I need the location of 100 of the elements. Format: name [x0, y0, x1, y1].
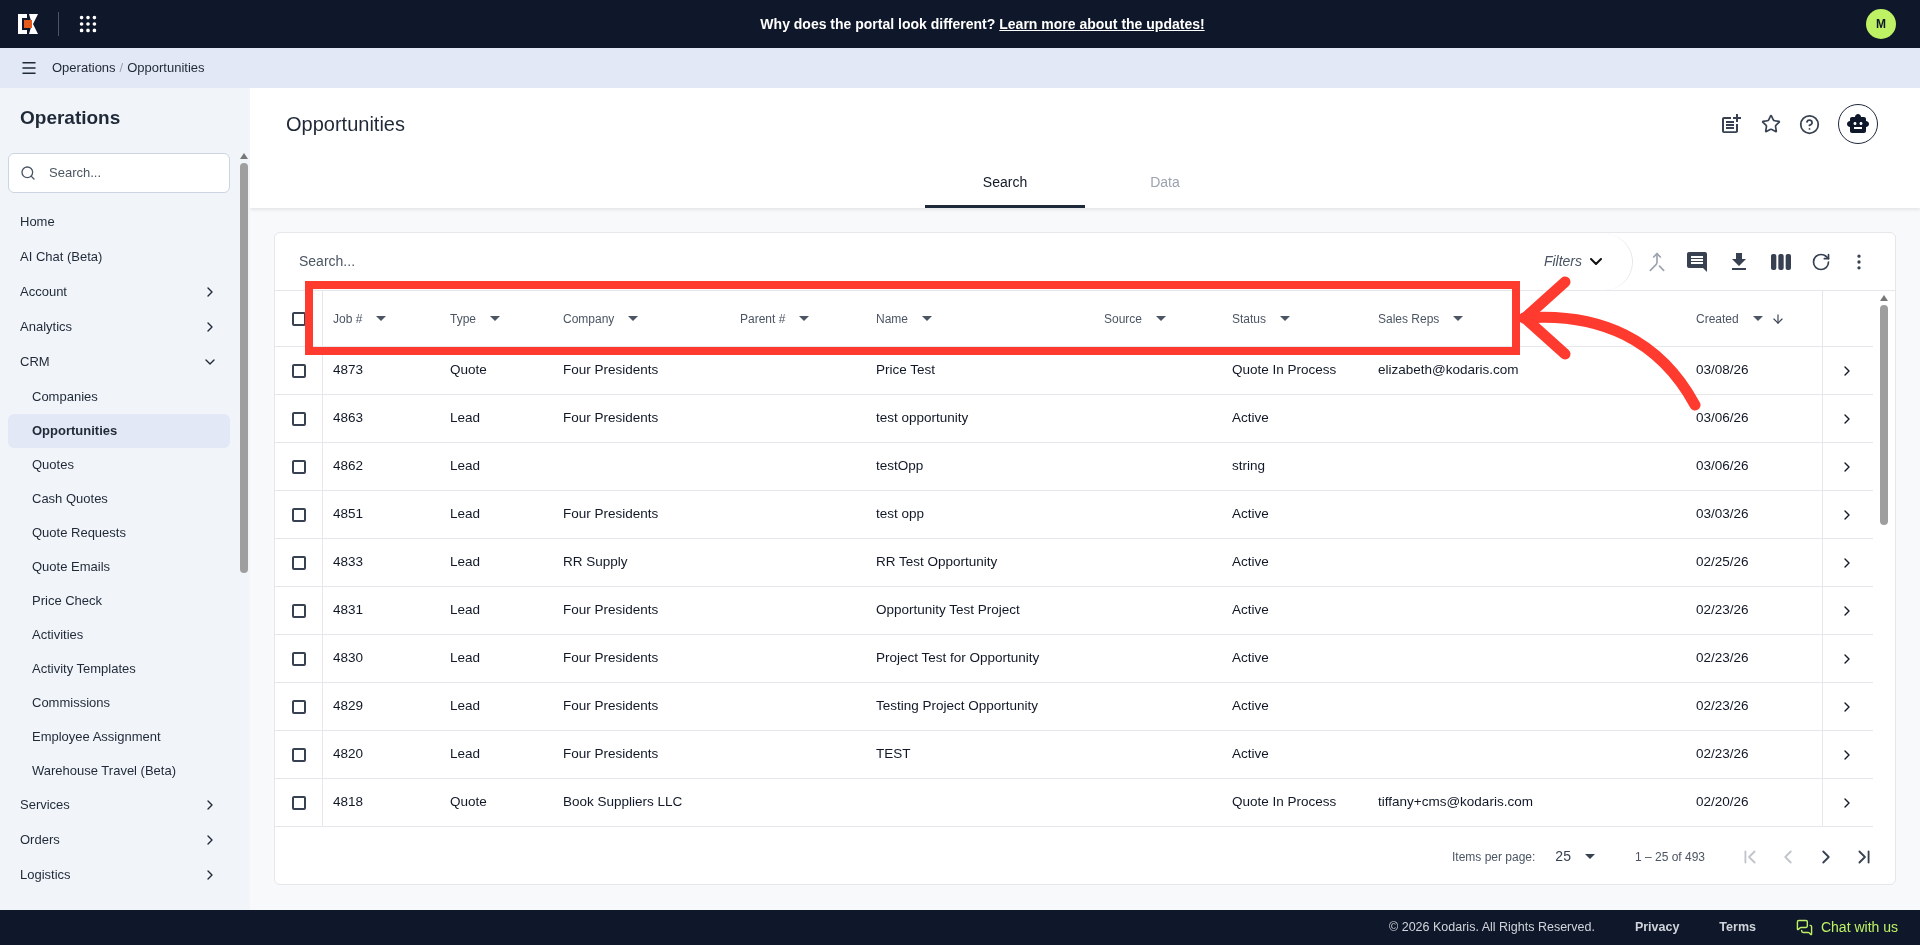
sidebar-subitem[interactable]: Commissions — [8, 685, 230, 720]
table-cell-text: 4818 — [333, 793, 364, 812]
table-search-field[interactable]: Search... — [299, 251, 1524, 272]
table-cell-text: Active — [1232, 601, 1269, 620]
scroll-up-icon[interactable] — [1880, 295, 1888, 301]
sidebar-subitem[interactable]: Companies — [8, 379, 230, 414]
table-cell-text: test opportunity — [876, 409, 969, 428]
dropdown-icon — [922, 316, 932, 321]
table-cell-text: Book Suppliers LLC — [563, 793, 683, 812]
sidebar-subitem[interactable]: Cash Quotes — [8, 481, 230, 516]
announcement-link[interactable]: Learn more about the updates! — [999, 13, 1205, 35]
row-checkbox[interactable] — [291, 651, 306, 666]
column-header[interactable]: Sales Reps — [1368, 291, 1686, 346]
column-header[interactable]: Company — [553, 291, 730, 346]
sidebar-subitem[interactable]: Quotes — [8, 447, 230, 482]
sidebar-item[interactable]: Home — [8, 204, 230, 240]
dropdown-icon — [1280, 316, 1291, 321]
table-cell-text: Lead — [450, 457, 481, 476]
table-cell-text: 02/25/26 — [1696, 553, 1749, 572]
column-header[interactable]: Created — [1686, 291, 1822, 346]
table-cell-text: Quote — [450, 361, 487, 380]
table-cell-text: Lead — [450, 505, 481, 524]
sidebar-item[interactable]: Logistics — [8, 857, 230, 893]
table-cell-text: Active — [1232, 745, 1269, 764]
sidebar-subitem[interactable]: Activities — [8, 617, 230, 652]
column-header[interactable]: Name — [866, 291, 1094, 346]
row-checkbox[interactable] — [291, 363, 306, 378]
user-avatar[interactable]: M — [1866, 9, 1896, 39]
table-cell-text: 4862 — [333, 457, 364, 476]
column-header[interactable]: Source — [1094, 291, 1222, 346]
sidebar-subitem[interactable]: Price Check — [8, 583, 230, 618]
comment-icon[interactable] — [1685, 249, 1709, 274]
row-checkbox[interactable] — [291, 603, 306, 618]
breadcrumb-link[interactable]: Operations — [52, 58, 116, 78]
row-checkbox[interactable] — [291, 411, 306, 426]
table-cell-text: 02/23/26 — [1696, 601, 1749, 620]
table-cell-text: Quote — [450, 793, 487, 812]
sidebar-subitem[interactable]: Opportunities — [8, 413, 230, 448]
sidebar-item[interactable]: AI Chat (Beta) — [8, 239, 230, 275]
row-checkbox[interactable] — [291, 699, 306, 714]
menu-icon[interactable] — [20, 59, 38, 77]
table-cell-text: Lead — [450, 697, 481, 716]
table-cell-text: Four Presidents — [563, 505, 659, 524]
table-cell-text: Quote In Process — [1232, 361, 1337, 380]
table-cell-text: Active — [1232, 409, 1269, 428]
sidebar-subitem[interactable]: Activity Templates — [8, 651, 230, 686]
items-per-page-select[interactable]: 25 — [1555, 846, 1595, 867]
tab[interactable]: Search — [925, 160, 1085, 208]
sidebar-item[interactable]: CRM — [8, 344, 230, 380]
filters-button[interactable]: Filters — [1523, 233, 1633, 290]
sidebar-item[interactable]: Orders — [8, 822, 230, 858]
logo-icon[interactable] — [16, 12, 40, 36]
dropdown-icon — [799, 316, 810, 321]
announcement-text: Why does the portal look different? — [760, 14, 996, 34]
help-icon[interactable] — [1799, 113, 1820, 135]
apps-grid-icon[interactable] — [77, 13, 99, 35]
add-note-icon[interactable] — [1719, 112, 1743, 136]
row-checkbox[interactable] — [291, 555, 306, 570]
table-cell-text: tiffany+cms@kodaris.com — [1378, 793, 1533, 812]
sidebar-subitem[interactable]: Quote Emails — [8, 549, 230, 584]
dropdown-icon — [490, 316, 500, 321]
dropdown-icon — [628, 316, 639, 321]
table-cell-text: 4830 — [333, 649, 364, 668]
scroll-up-icon[interactable] — [240, 152, 248, 159]
star-icon[interactable] — [1761, 114, 1781, 134]
column-header[interactable]: Parent # — [730, 291, 866, 346]
breadcrumb-link[interactable]: Opportunities — [127, 58, 205, 78]
table-cell-text: Price Test — [876, 361, 936, 380]
table-cell-text: 4851 — [333, 505, 364, 524]
sidebar-subitem[interactable]: Warehouse Travel (Beta) — [8, 753, 230, 788]
sidebar-search-field[interactable]: Search... — [8, 152, 230, 193]
table-cell-text: 03/08/26 — [1696, 361, 1749, 380]
select-all-checkbox[interactable] — [291, 311, 306, 326]
row-checkbox[interactable] — [291, 795, 306, 810]
table-cell-text: Four Presidents — [563, 697, 659, 716]
footer-link[interactable]: Terms — [1719, 918, 1756, 937]
sidebar-item[interactable]: Analytics — [8, 309, 230, 345]
sidebar-item[interactable]: Account — [8, 274, 230, 310]
table-cell-text: RR Test Opportunity — [876, 553, 998, 572]
sidebar-subitem[interactable]: Quote Requests — [8, 515, 230, 550]
column-header[interactable]: Status — [1222, 291, 1368, 346]
copyright-text: © 2026 Kodaris. All Rights Reserved. — [1389, 919, 1595, 937]
table-cell-text: 02/20/26 — [1696, 793, 1749, 812]
column-header[interactable]: Job # — [323, 291, 440, 346]
page-title: Opportunities — [286, 112, 405, 137]
footer-link[interactable]: Privacy — [1634, 918, 1680, 937]
table-cell-text: 4831 — [333, 601, 364, 620]
table-cell-text: 4829 — [333, 697, 364, 716]
scrollbar-thumb[interactable] — [240, 162, 248, 573]
sidebar-subitem[interactable]: Employee Assignment — [8, 719, 230, 754]
row-checkbox[interactable] — [291, 459, 306, 474]
chat-button[interactable]: Chat with us — [1795, 917, 1898, 938]
row-checkbox[interactable] — [291, 507, 306, 522]
row-checkbox[interactable] — [291, 747, 306, 762]
table-cell-text: TEST — [876, 745, 911, 764]
sidebar-item[interactable]: Services — [8, 787, 230, 823]
table-cell-text: Lead — [450, 745, 481, 764]
column-header[interactable]: Type — [440, 291, 553, 346]
refresh-icon[interactable] — [1811, 251, 1831, 272]
scrollbar-thumb[interactable] — [1880, 305, 1888, 525]
